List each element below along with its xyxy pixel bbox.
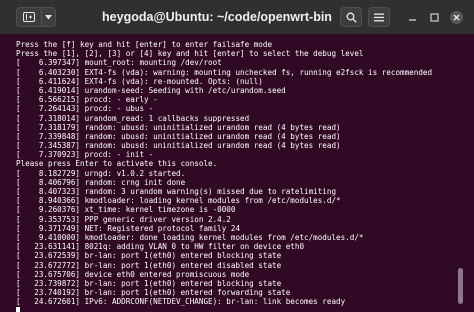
search-icon: [346, 12, 357, 23]
terminal-line: [ 9.353753] PPP generic driver version 2…: [16, 214, 231, 224]
chevron-down-icon: [45, 14, 52, 19]
terminal-line: [ 23.739872] br-lan: port 1(eth0) entere…: [16, 278, 282, 288]
search-button[interactable]: [340, 7, 362, 27]
terminal-line: [ 7.339848] random: ubusd: uninitialized…: [16, 131, 341, 141]
minimize-button[interactable]: [406, 11, 419, 24]
terminal-line: [ 24.672601] IPv6: ADDRCONF(NETDEV_CHANG…: [16, 297, 346, 307]
terminal-scrollbar[interactable]: [458, 268, 463, 304]
terminal-line: [ 9.371749] NET: Registered protocol fam…: [16, 223, 241, 233]
close-icon: [453, 14, 460, 21]
terminal-line: [ 7.370923] procd: - init -: [16, 150, 154, 160]
maximize-icon: [430, 13, 439, 22]
terminal-line: [ 8.406796] random: crng init done: [16, 177, 186, 187]
minimize-icon: [409, 19, 416, 21]
maximize-button[interactable]: [428, 11, 441, 24]
terminal-area[interactable]: Press the [f] key and hit [enter] to ent…: [0, 34, 474, 312]
terminal-line: [ 6.397347] mount_root: mounting /dev/ro…: [16, 58, 222, 68]
terminal-line: [ 8.182729] urngd: v1.0.2 started.: [16, 168, 186, 178]
terminal-line: [ 23.672772] br-lan: port 1(eth0) entere…: [16, 260, 282, 270]
terminal-line: [ 23.675706] device eth0 entered promisc…: [16, 269, 250, 279]
terminal-line: [ 8.940366] kmodloader: loading kernel m…: [16, 196, 341, 206]
terminal-window: heygoda@Ubuntu: ~/code/openwrt-bin Press…: [0, 0, 474, 312]
terminal-line: Press the [f] key and hit [enter] to ent…: [16, 40, 273, 49]
new-tab-icon: [23, 12, 35, 22]
title-bar[interactable]: heygoda@Ubuntu: ~/code/openwrt-bin: [0, 0, 474, 34]
terminal-line: [ 9.410000] kmodloader: done loading ker…: [16, 232, 364, 242]
terminal-line: [ 6.403230] EXT4-fs (vda): warning: moun…: [16, 67, 433, 77]
terminal-line: [ 23.631141] 8021q: adding VLAN 0 to HW …: [16, 242, 305, 252]
window-title: heygoda@Ubuntu: ~/code/openwrt-bin: [102, 10, 332, 24]
terminal-line: [ 6.419014] urandom-seed: Seeding with /…: [16, 85, 286, 95]
terminal-line: Please press Enter to activate this cons…: [16, 159, 218, 169]
terminal-line: Press the [1], [2], [3] or [4] key and h…: [16, 49, 364, 59]
close-button[interactable]: [450, 11, 463, 24]
terminal-line: [ 7.264143] procd: - ubus -: [16, 104, 154, 114]
terminal-line: [ 8.407323] random: 3 urandom warning(s)…: [16, 187, 337, 196]
terminal-line: [ 23.672539] br-lan: port 1(eth0) entere…: [16, 251, 282, 261]
terminal-line: [ 7.318179] random: ubusd: uninitialized…: [16, 122, 341, 132]
terminal-line: [ 7.318014] urandom_read: 1 callbacks su…: [16, 113, 250, 123]
new-tab-button[interactable]: [16, 7, 42, 27]
hamburger-menu-icon: [374, 13, 384, 21]
terminal-line: [ 6.411624] EXT4-fs (vda): re-mounted. O…: [16, 76, 263, 86]
terminal-line: [ 9.260376] xt_time: kernel timezone is …: [16, 205, 236, 215]
terminal-output[interactable]: Press the [f] key and hit [enter] to ent…: [16, 40, 456, 312]
terminal-line: [ 7.345387] random: ubusd: uninitialized…: [16, 141, 341, 151]
terminal-line: [ 6.566215] procd: - early -: [16, 95, 158, 105]
terminal-line: [ 23.740192] br-lan: port 1(eth0) entere…: [16, 288, 291, 298]
terminal-cursor: [16, 307, 20, 312]
menu-button[interactable]: [368, 7, 390, 27]
tab-menu-button[interactable]: [42, 7, 56, 27]
